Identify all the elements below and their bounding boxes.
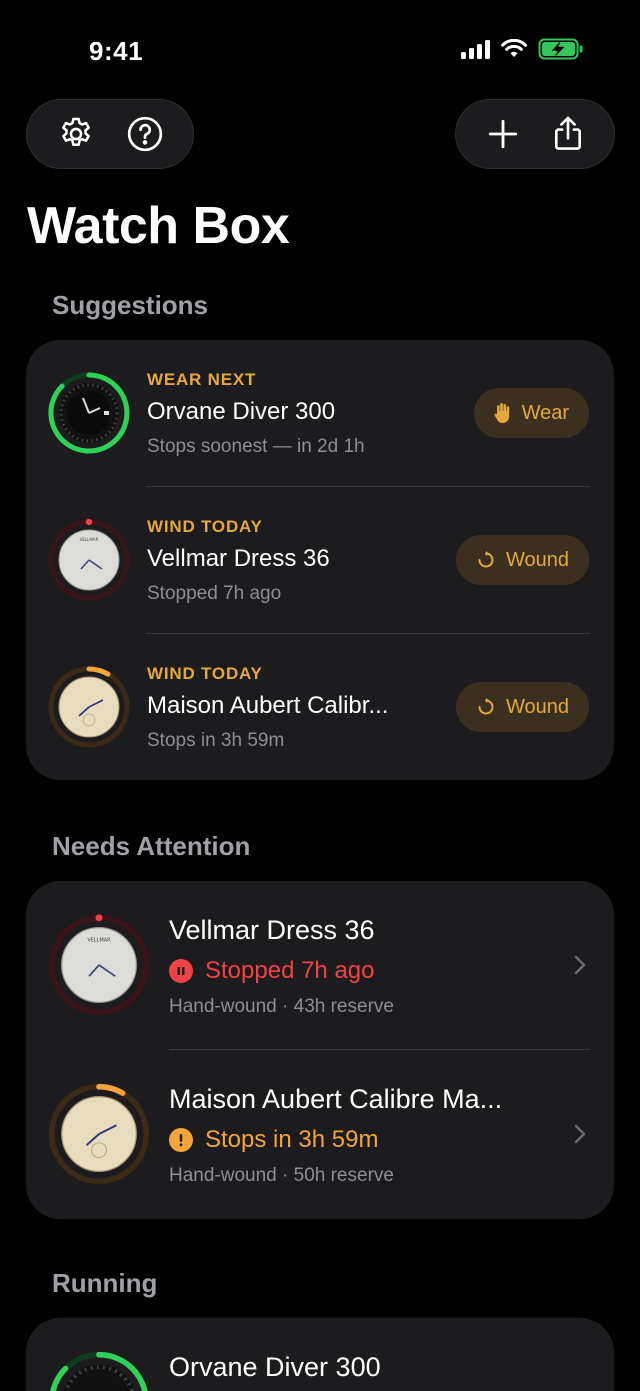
needs-attention-heading: Needs Attention <box>52 831 251 861</box>
wind-crown-icon <box>478 698 494 715</box>
attention-status: Stopped 7h ago <box>169 957 375 985</box>
attention-status-text: Stopped 7h ago <box>205 957 375 984</box>
attention-status: Stops in 3h 59m <box>169 1126 378 1154</box>
svg-text:VELLMAR: VELLMAR <box>80 537 99 542</box>
running-watch-name: Orvane Diver 300 <box>169 1352 381 1382</box>
attention-watch-name: Vellmar Dress 36 <box>169 915 375 945</box>
add-watch-button[interactable] <box>475 106 531 162</box>
attention-watch-name: Maison Aubert Calibre Ma... <box>169 1084 503 1114</box>
chevron-right-icon <box>574 1124 586 1144</box>
wound-button[interactable]: Wound <box>455 682 589 732</box>
suggestion-detail: Stops in 3h 59m <box>147 730 285 751</box>
suggestion-detail: Stopped 7h ago <box>147 583 282 604</box>
battery-charging-icon <box>538 38 583 60</box>
wifi-icon <box>501 39 527 57</box>
attention-detail: Hand-wound · 50h reserve <box>169 1165 394 1186</box>
exclamation-icon <box>169 1128 193 1152</box>
suggestion-row: WIND TODAY Maison Aubert Calibr... Stops… <box>26 634 614 780</box>
running-row[interactable]: Orvane Diver 300 <box>26 1318 614 1391</box>
suggestions-heading: Suggestions <box>52 290 209 320</box>
gear-icon <box>61 117 90 147</box>
suggestion-row: WEAR NEXT Orvane Diver 300 Stops soonest… <box>26 340 614 486</box>
toolbar-right <box>455 99 615 169</box>
cellular-signal-icon <box>461 39 490 59</box>
running-heading: Running <box>52 1268 158 1298</box>
status-icons <box>461 38 584 60</box>
suggestion-detail: Stops soonest — in 2d 1h <box>147 436 365 457</box>
needs-attention-card: VELLMAR Vellmar Dress 36 Stopped 7h ago … <box>26 881 614 1219</box>
running-card: Orvane Diver 300 <box>26 1318 614 1391</box>
suggestion-watch-name: Orvane Diver 300 <box>147 398 336 425</box>
chevron-right-icon <box>574 955 586 975</box>
suggestion-watch-name: Vellmar Dress 36 <box>147 545 330 572</box>
suggestions-card: WEAR NEXT Orvane Diver 300 Stops soonest… <box>26 340 614 780</box>
suggestion-row: VELLMAR WIND TODAY Vellmar Dress 36 Stop… <box>26 487 614 633</box>
share-icon <box>554 116 581 150</box>
wound-button[interactable]: Wound <box>455 535 589 585</box>
hand-icon <box>494 403 509 423</box>
watch-dial-icon: VELLMAR <box>48 914 150 1016</box>
status-time: 9:41 <box>89 36 144 66</box>
pause-icon <box>169 959 193 983</box>
suggestion-kicker: WIND TODAY <box>147 517 263 536</box>
suggestion-kicker: WEAR NEXT <box>147 370 257 389</box>
attention-detail: Hand-wound · 43h reserve <box>169 996 394 1017</box>
suggestion-watch-name: Maison Aubert Calibr... <box>147 692 389 719</box>
toolbar-left <box>26 99 194 169</box>
wind-crown-icon <box>478 551 494 568</box>
page-title: Watch Box <box>27 197 290 255</box>
question-mark-icon <box>127 116 162 152</box>
attention-row[interactable]: VELLMAR Vellmar Dress 36 Stopped 7h ago … <box>26 881 614 1049</box>
wound-button-label: Wound <box>505 548 569 571</box>
wear-button-label: Wear <box>521 401 569 424</box>
watch-dial-icon <box>48 666 130 748</box>
plus-icon <box>488 119 517 149</box>
suggestion-kicker: WIND TODAY <box>147 664 263 683</box>
wound-button-label: Wound <box>505 695 569 718</box>
settings-button[interactable] <box>48 106 104 162</box>
watch-dial-icon <box>48 372 130 454</box>
attention-row[interactable]: Maison Aubert Calibre Ma... Stops in 3h … <box>26 1050 614 1219</box>
share-button[interactable] <box>540 106 596 162</box>
svg-text:VELLMAR: VELLMAR <box>87 937 111 943</box>
watch-dial-icon: VELLMAR <box>48 519 130 601</box>
wear-button[interactable]: Wear <box>473 388 589 438</box>
help-button[interactable] <box>117 106 173 162</box>
watch-dial-icon <box>50 1351 148 1391</box>
watch-dial-icon <box>48 1083 150 1185</box>
attention-status-text: Stops in 3h 59m <box>205 1126 379 1153</box>
